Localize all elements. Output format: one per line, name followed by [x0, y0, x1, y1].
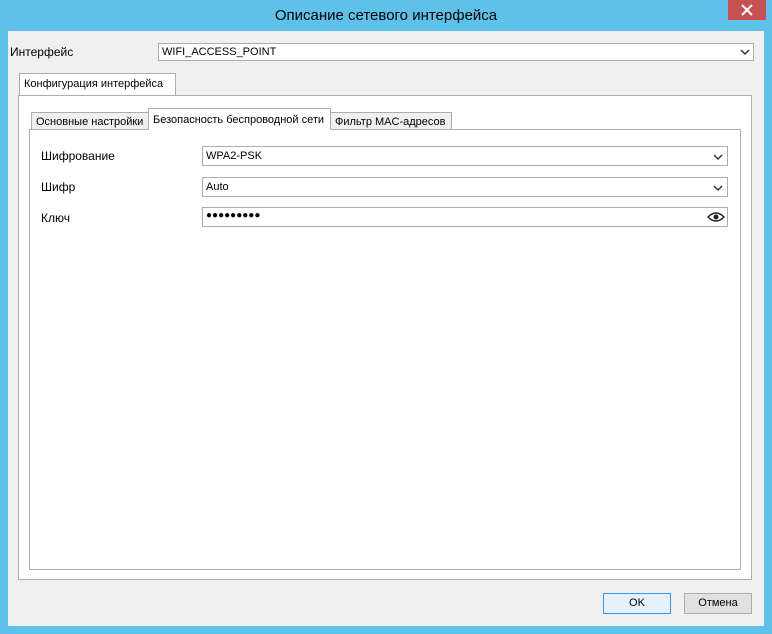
cipher-label: Шифр [41, 180, 76, 194]
interface-value: WIFI_ACCESS_POINT [162, 46, 277, 58]
close-button[interactable] [728, 0, 766, 20]
tab-label: Основные настройки [36, 116, 144, 128]
tab-interface-configuration[interactable]: Конфигурация интерфейса [19, 73, 176, 96]
window-title: Описание сетевого интерфейса [274, 7, 498, 24]
cancel-button[interactable]: Отмена [684, 593, 752, 614]
interface-select[interactable]: WIFI_ACCESS_POINT [158, 43, 754, 61]
title-bar: Описание сетевого интерфейса [0, 0, 772, 31]
tab-label: Фильтр MAC-адресов [335, 116, 446, 128]
key-input[interactable]: ●●●●●●●●● [202, 207, 728, 227]
chevron-down-icon [713, 154, 723, 161]
interface-label: Интерфейс [10, 45, 74, 59]
eye-icon[interactable] [707, 210, 725, 224]
dialog-window: Описание сетевого интерфейса Интерфейс W… [0, 0, 772, 634]
cipher-select[interactable]: Auto [202, 177, 728, 197]
chevron-down-icon [713, 185, 723, 192]
key-label: Ключ [41, 211, 70, 225]
tab-wireless-security[interactable]: Безопасность беспроводной сети [148, 108, 331, 130]
ok-button[interactable]: OK [603, 593, 671, 614]
dialog-client-area: Интерфейс WIFI_ACCESS_POINT Конфигурация… [8, 31, 764, 626]
chevron-down-icon [740, 49, 750, 56]
close-icon [741, 4, 753, 16]
encryption-select[interactable]: WPA2-PSK [202, 146, 728, 166]
cipher-value: Auto [206, 181, 229, 193]
tab-label: Конфигурация интерфейса [24, 78, 164, 90]
tab-label: Безопасность беспроводной сети [153, 114, 325, 126]
key-value: ●●●●●●●●● [206, 210, 261, 221]
encryption-value: WPA2-PSK [206, 150, 263, 162]
encryption-label: Шифрование [41, 149, 115, 163]
